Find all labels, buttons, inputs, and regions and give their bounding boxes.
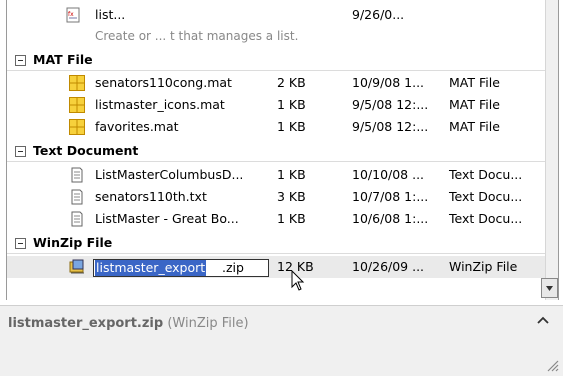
list-item[interactable]: senators110th.txt 3 KB 10/7/08 1:... Tex… [7, 186, 547, 208]
file-type: Text Docu... [449, 211, 523, 226]
collapse-icon[interactable] [15, 146, 26, 157]
file-size: 1 KB [277, 167, 306, 182]
file-date: 9/5/08 12:... [352, 97, 429, 112]
file-size: 2 KB [277, 75, 306, 90]
group-divider [7, 253, 550, 254]
file-name: favorites.mat [95, 119, 179, 134]
mat-file-icon [69, 75, 85, 91]
text-document-icon [71, 167, 83, 183]
file-date: 9/5/08 12:... [352, 119, 429, 134]
file-type: MAT File [449, 75, 500, 90]
file-type: MAT File [449, 97, 500, 112]
vertical-scrollbar[interactable] [545, 0, 558, 300]
file-description-row: Create or ... t that manages a list. [7, 25, 547, 47]
scroll-down-button[interactable] [541, 278, 558, 298]
file-name: list... [95, 7, 126, 22]
details-filetype: (WinZip File) [167, 316, 249, 331]
file-date: 9/26/0... [352, 7, 405, 22]
list-item[interactable]: favorites.mat 1 KB 9/5/08 12:... MAT Fil… [7, 116, 547, 138]
details-pane: listmaster_export.zip (WinZip File) [0, 305, 563, 376]
file-description: Create or ... t that manages a list. [95, 29, 299, 43]
list-item[interactable]: ListMasterColumbusD... 1 KB 10/10/08 ...… [7, 164, 547, 186]
mat-file-icon [69, 97, 85, 113]
group-title: MAT File [33, 52, 93, 67]
file-date: 10/10/08 ... [352, 167, 425, 182]
group-divider [7, 161, 550, 162]
file-date: 10/26/09 ... [352, 259, 425, 274]
chevron-down-icon [546, 286, 553, 291]
winzip-file-icon [69, 259, 84, 274]
file-name: ListMaster - Great Bo... [95, 211, 239, 226]
list-item-selected[interactable]: 12 KB 10/26/09 ... WinZip File [7, 256, 547, 278]
collapse-icon[interactable] [15, 55, 26, 66]
list-item[interactable]: senators110cong.mat 2 KB 10/9/08 1... MA… [7, 72, 547, 94]
file-date: 10/7/08 1:... [352, 189, 429, 204]
resize-grip-icon[interactable] [543, 356, 559, 372]
file-type: Text Docu... [449, 189, 523, 204]
list-item[interactable]: fx list... 9/26/0... [7, 4, 547, 26]
file-list-panel: fx list... 9/26/0... Create or ... t tha… [6, 0, 559, 300]
details-text: listmaster_export.zip (WinZip File) [8, 316, 249, 331]
rename-selected-text: listmaster_export [95, 260, 207, 276]
file-date: 10/6/08 1:... [352, 211, 429, 226]
details-filename: listmaster_export.zip [8, 316, 164, 331]
collapse-icon[interactable] [15, 238, 26, 249]
group-header-text-document[interactable]: Text Document [7, 140, 550, 162]
file-size: 3 KB [277, 189, 306, 204]
file-name: senators110cong.mat [95, 75, 232, 90]
mouse-cursor-icon [291, 270, 305, 291]
group-title: WinZip File [33, 235, 113, 250]
file-name: ListMasterColumbusD... [95, 167, 244, 182]
file-type: MAT File [449, 119, 500, 134]
file-date: 10/9/08 1... [352, 75, 425, 90]
text-document-icon [71, 211, 83, 227]
text-document-icon [71, 189, 83, 205]
file-size: 1 KB [277, 97, 306, 112]
group-header-winzip-file[interactable]: WinZip File [7, 232, 550, 254]
rename-input[interactable]: listmaster_export .zip [93, 259, 269, 277]
matlab-file-icon: fx [66, 7, 80, 23]
file-type: Text Docu... [449, 167, 523, 182]
list-item[interactable]: listmaster_icons.mat 1 KB 9/5/08 12:... … [7, 94, 547, 116]
file-name: listmaster_icons.mat [95, 97, 225, 112]
group-title: Text Document [33, 143, 139, 158]
list-item[interactable]: ListMaster - Great Bo... 1 KB 10/6/08 1:… [7, 208, 547, 230]
svg-text:fx: fx [68, 11, 74, 18]
chevron-up-icon[interactable] [536, 314, 550, 326]
rename-extension: .zip [222, 260, 244, 275]
file-size: 1 KB [277, 211, 306, 226]
group-divider [7, 70, 550, 71]
file-name: senators110th.txt [95, 189, 207, 204]
file-size: 1 KB [277, 119, 306, 134]
group-header-mat-file[interactable]: MAT File [7, 49, 550, 71]
mat-file-icon [69, 119, 85, 135]
file-type: WinZip File [449, 259, 518, 274]
